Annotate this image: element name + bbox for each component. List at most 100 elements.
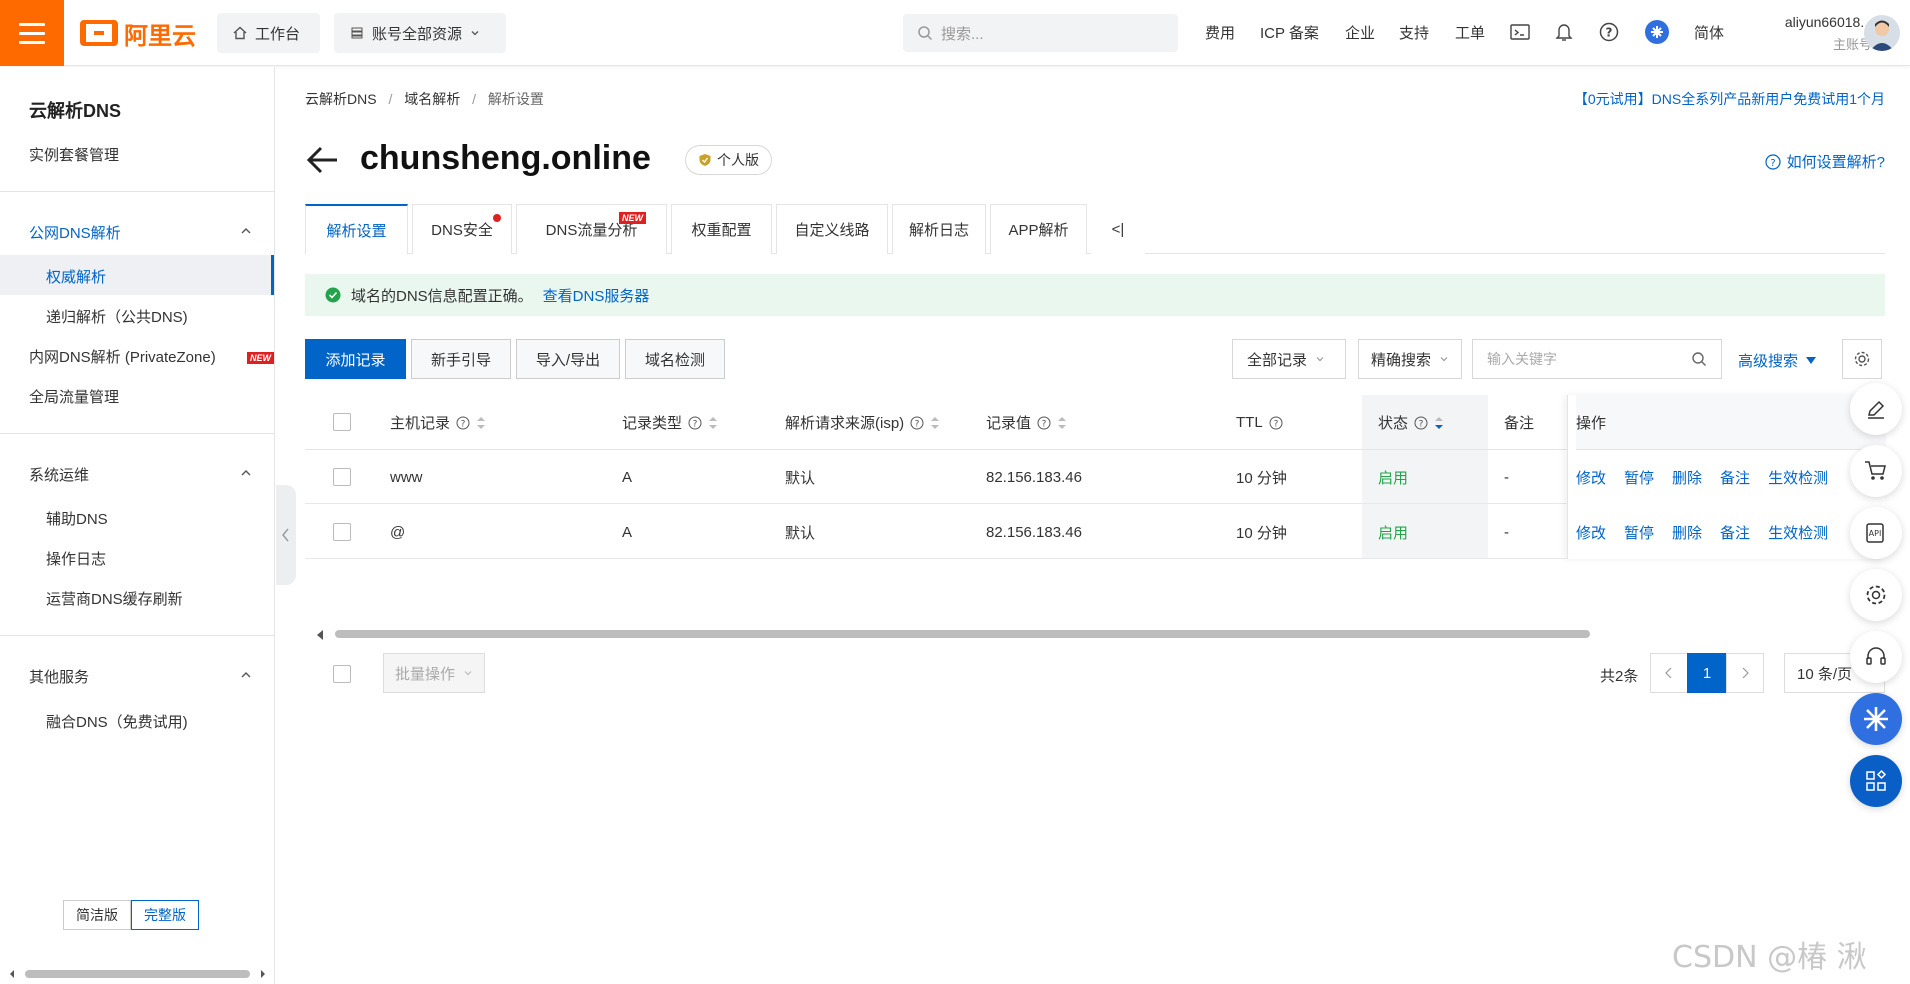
header-isp[interactable]: 解析请求来源(isp) ? [785,395,940,450]
next-page-button[interactable] [1726,653,1764,693]
language-switch[interactable]: 简体 [1694,22,1724,43]
sort-icon[interactable] [708,415,718,431]
select-all-checkbox-footer[interactable] [333,665,351,683]
scrollbar-thumb[interactable] [335,630,1590,638]
check-effect-link[interactable]: 生效检测 [1768,467,1828,488]
import-export-button[interactable]: 导入/导出 [516,339,620,379]
sort-icon[interactable] [1057,415,1067,431]
sidebar-item-cache-refresh[interactable]: 运营商DNS缓存刷新 [46,588,183,609]
page-number-button[interactable]: 1 [1687,653,1727,693]
tab-weight-config[interactable]: 权重配置 [671,204,772,254]
sidebar-item-private-zone[interactable]: 内网DNS解析 (PrivateZone) [29,346,216,367]
tab-traffic-analysis[interactable]: DNS流量分析 NEW [516,204,667,254]
edit-icon[interactable] [1850,383,1902,435]
assistant-icon[interactable] [1850,693,1902,745]
sidebar-scrollbar[interactable] [10,969,265,979]
edit-link[interactable]: 修改 [1576,522,1606,543]
aliyun-logo[interactable]: 阿里云 [80,18,196,50]
menu-icon[interactable] [0,0,64,66]
sidebar-item-gtm[interactable]: 全局流量管理 [29,386,119,407]
tab-collapse-button[interactable]: <| [1091,204,1145,254]
view-dns-servers-link[interactable]: 查看DNS服务器 [543,285,650,306]
mode-simple-button[interactable]: 简洁版 [63,900,131,930]
prev-page-button[interactable] [1650,653,1688,693]
table-scrollbar[interactable] [315,628,1885,640]
header-ttl[interactable]: TTL ? [1236,395,1283,450]
terminal-icon[interactable] [1508,20,1532,44]
sidebar-group-ops[interactable]: 系统运维 [29,464,89,485]
tab-resolution-log[interactable]: 解析日志 [892,204,986,254]
advanced-search-link[interactable]: 高级搜索 [1738,350,1817,371]
header-host[interactable]: 主机记录 ? [390,395,486,450]
sidebar-item-instance[interactable]: 实例套餐管理 [29,144,119,165]
pause-link[interactable]: 暂停 [1624,522,1654,543]
sidebar-item-authoritative[interactable]: 权威解析 [46,266,106,287]
avatar[interactable] [1864,15,1900,51]
record-filter-select[interactable]: 全部记录 [1232,339,1346,379]
headset-icon[interactable] [1850,631,1902,683]
chevron-up-icon[interactable] [240,467,252,479]
help-icon[interactable]: ? [1597,20,1621,44]
nav-ticket[interactable]: 工单 [1455,22,1485,43]
chevron-up-icon[interactable] [240,225,252,237]
promo-link[interactable]: 【0元试用】DNS全系列产品新用户免费试用1个月 [1574,89,1885,109]
search-icon[interactable] [1691,351,1707,367]
tab-custom-line[interactable]: 自定义线路 [776,204,888,254]
nav-fees[interactable]: 费用 [1205,22,1235,43]
add-record-button[interactable]: 添加记录 [305,339,406,379]
search-mode-select[interactable]: 精确搜索 [1358,339,1462,379]
bell-icon[interactable] [1552,20,1576,44]
header-status[interactable]: 状态 ? [1378,395,1444,450]
tab-app-resolution[interactable]: APP解析 [990,204,1087,254]
back-arrow-icon[interactable] [305,142,341,178]
sidebar-item-recursive[interactable]: 递归解析（公共DNS) [46,306,188,327]
cart-icon[interactable] [1850,445,1902,497]
row-checkbox[interactable] [333,468,351,486]
guide-button[interactable]: 新手引导 [411,339,511,379]
sidebar-group-other[interactable]: 其他服务 [29,666,89,687]
header-value[interactable]: 记录值 ? [986,395,1067,450]
breadcrumb-domain[interactable]: 域名解析 [404,91,460,107]
nav-support[interactable]: 支持 [1399,22,1429,43]
sort-icon[interactable] [930,415,940,431]
api-icon[interactable]: API [1850,507,1902,559]
row-checkbox[interactable] [333,523,351,541]
select-all-checkbox[interactable] [333,413,351,431]
sidebar-item-fusion-dns[interactable]: 融合DNS（免费试用) [46,711,188,732]
delete-link[interactable]: 删除 [1672,467,1702,488]
table-settings-button[interactable] [1842,339,1882,379]
apps-icon[interactable] [1850,755,1902,807]
header-type[interactable]: 记录类型 ? [622,395,718,450]
user-account[interactable]: aliyun66018... 主账号 [1750,14,1872,53]
keyword-search-input[interactable]: 输入关键字 [1472,339,1722,379]
chevron-up-icon[interactable] [240,669,252,681]
note-link[interactable]: 备注 [1720,467,1750,488]
resources-dropdown[interactable]: 账号全部资源 [334,13,506,53]
header-host-label: 主机记录 [390,415,451,432]
sidebar-item-aux-dns[interactable]: 辅助DNS [46,508,108,529]
domain-check-button[interactable]: 域名检测 [625,339,725,379]
help-link[interactable]: ? 如何设置解析? [1765,151,1885,172]
edit-link[interactable]: 修改 [1576,467,1606,488]
sort-icon[interactable] [476,415,486,431]
sort-desc-icon[interactable] [1434,415,1444,431]
tab-dns-security[interactable]: DNS安全 [412,204,512,254]
tab-resolution-settings[interactable]: 解析设置 [305,204,408,255]
sidebar-group-public-dns[interactable]: 公网DNS解析 [29,222,121,243]
gear-icon[interactable] [1850,569,1902,621]
assistant-icon[interactable] [1645,20,1669,44]
bulk-actions-dropdown[interactable]: 批量操作 [383,653,485,693]
sidebar-collapse-handle[interactable] [276,485,296,585]
mode-full-button[interactable]: 完整版 [131,900,199,930]
nav-icp[interactable]: ICP 备案 [1260,22,1319,43]
pause-link[interactable]: 暂停 [1624,467,1654,488]
delete-link[interactable]: 删除 [1672,522,1702,543]
breadcrumb-dns[interactable]: 云解析DNS [305,91,377,107]
scroll-left-icon[interactable] [315,629,327,641]
global-search-input[interactable]: 搜索... [903,14,1178,52]
check-effect-link[interactable]: 生效检测 [1768,522,1828,543]
sidebar-item-op-log[interactable]: 操作日志 [46,548,106,569]
note-link[interactable]: 备注 [1720,522,1750,543]
workbench-button[interactable]: 工作台 [217,13,320,53]
nav-enterprise[interactable]: 企业 [1345,22,1375,43]
